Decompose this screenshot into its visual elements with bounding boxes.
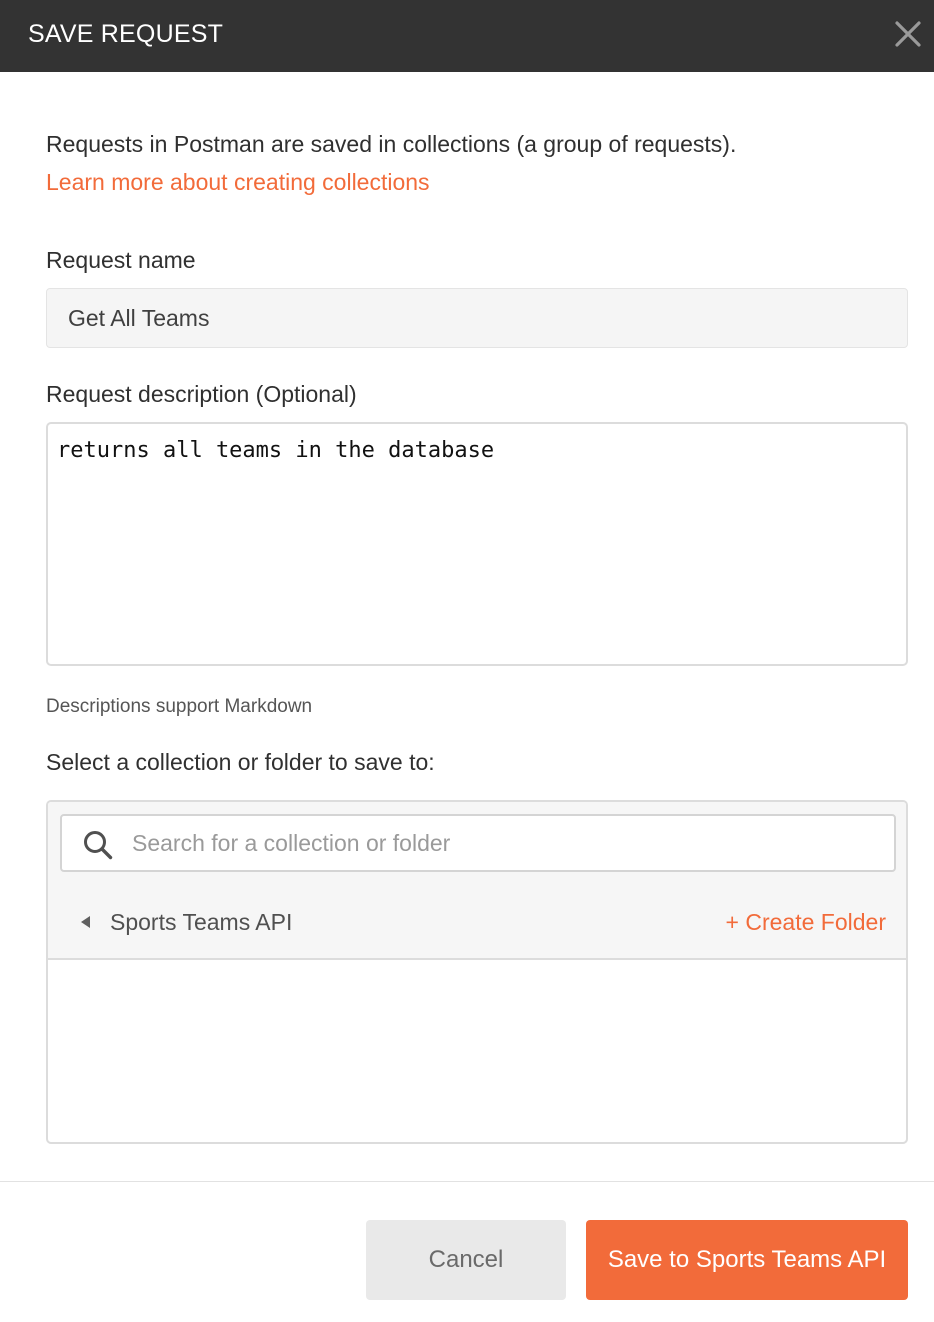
cancel-button[interactable]: Cancel <box>366 1220 566 1300</box>
collection-search-input[interactable] <box>132 816 882 870</box>
create-folder-button[interactable]: + Create Folder <box>726 906 886 938</box>
modal-title: SAVE REQUEST <box>28 20 224 48</box>
request-name-input[interactable] <box>46 288 908 348</box>
intro-text: Requests in Postman are saved in collect… <box>46 131 737 157</box>
modal-header: SAVE REQUEST <box>0 0 934 72</box>
collection-picker-header: Sports Teams API + Create Folder <box>48 802 906 960</box>
collection-item[interactable]: Sports Teams API + Create Folder <box>48 890 906 954</box>
search-icon <box>82 829 114 861</box>
request-description-textarea[interactable]: returns all teams in the database <box>46 422 908 666</box>
close-icon[interactable] <box>890 16 926 52</box>
request-name-label: Request name <box>46 247 196 273</box>
collection-picker: Sports Teams API + Create Folder <box>46 800 908 1144</box>
footer-divider <box>0 1181 934 1182</box>
markdown-hint: Descriptions support Markdown <box>46 696 313 717</box>
save-button[interactable]: Save to Sports Teams API <box>586 1220 908 1300</box>
learn-more-link[interactable]: Learn more about creating collections <box>46 166 430 198</box>
request-description-label: Request description (Optional) <box>46 381 357 407</box>
collection-picker-label: Select a collection or folder to save to… <box>46 749 435 775</box>
collection-search-box[interactable] <box>60 814 896 872</box>
collection-name: Sports Teams API <box>110 909 293 935</box>
caret-left-icon[interactable] <box>78 914 92 930</box>
